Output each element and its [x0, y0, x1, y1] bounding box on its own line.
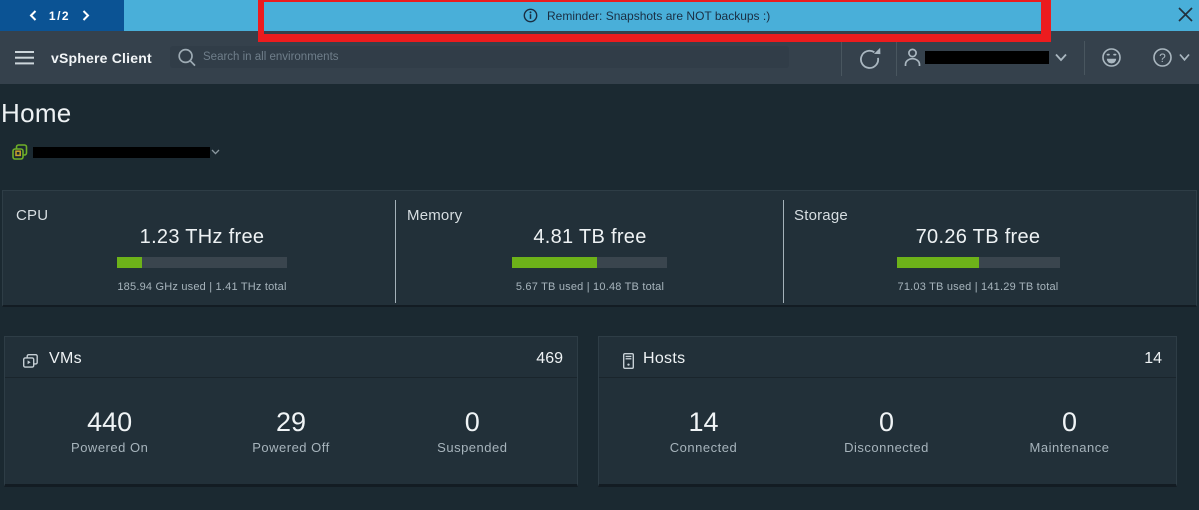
svg-text:?: ?	[1159, 51, 1166, 65]
